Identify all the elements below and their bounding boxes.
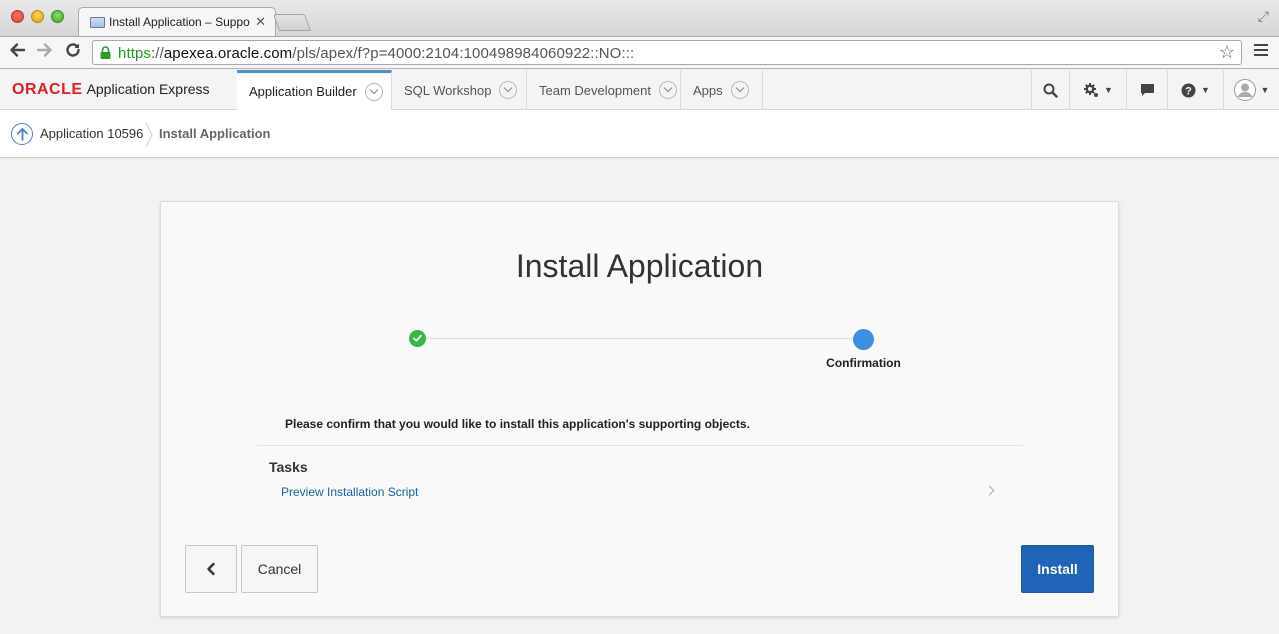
breadcrumb: Application 10596 Install Application [0,110,1279,158]
tab-label: Application Builder [249,84,357,99]
preview-installation-script-link[interactable]: Preview Installation Script [281,485,418,499]
install-wizard-region: Install Application Confirmation Please … [160,201,1119,617]
lock-icon [100,46,111,59]
tab-application-builder[interactable]: Application Builder [237,70,392,110]
apex-header: ORACLE Application Express Application Bu… [0,70,1279,110]
chevron-down-icon[interactable] [364,82,383,101]
close-tab-icon[interactable]: ✕ [255,14,266,30]
wizard-progress-line [417,338,864,339]
arrow-up-icon [17,128,28,141]
chevron-down-icon[interactable] [659,81,677,99]
browser-tab[interactable]: Install Application – Suppo ✕ [78,7,276,36]
url-text: https://apexea.oracle.com/pls/apex/f?p=4… [118,45,634,62]
forward-arrow-icon[interactable] [36,41,54,64]
caret-down-icon: ▼ [1201,85,1210,95]
user-icon [1233,79,1256,101]
help-menu-button[interactable]: ? ▼ [1167,70,1223,110]
chat-icon [1140,84,1154,96]
bookmark-star-icon[interactable]: ☆ [1219,42,1235,63]
tab-label: Apps [693,82,723,98]
breadcrumb-separator-icon [145,122,153,148]
chevron-right-icon[interactable] [984,485,995,496]
search-button[interactable] [1031,70,1069,110]
url-host: apexea.oracle.com [163,45,293,62]
close-window-button[interactable] [11,10,24,23]
breadcrumb-current: Install Application [159,126,271,141]
new-tab-button[interactable] [272,14,312,31]
oracle-brand: ORACLE [12,81,83,98]
svg-text:?: ? [1185,85,1192,97]
back-arrow-icon[interactable] [8,41,26,64]
browser-toolbar: https://apexea.oracle.com/pls/apex/f?p=4… [0,36,1279,69]
confirmation-message: Please confirm that you would like to in… [285,417,750,431]
url-scheme: https [118,45,152,62]
administration-menu-button[interactable]: ▼ [1069,70,1126,110]
tab-label: Team Development [539,82,651,98]
gear-icon [1084,83,1099,97]
browser-menu-icon[interactable] [1254,44,1268,59]
previous-button[interactable] [185,545,237,593]
tasks-heading: Tasks [269,459,308,475]
page-favicon-icon [90,17,105,28]
check-icon [413,334,422,342]
address-bar[interactable]: https://apexea.oracle.com/pls/apex/f?p=4… [92,40,1242,65]
zoom-window-button[interactable] [51,10,64,23]
parent-up-button[interactable] [11,123,33,145]
user-menu-button[interactable]: ▼ [1223,70,1279,110]
help-icon: ? [1181,83,1196,97]
step-complete-icon [409,330,426,347]
search-icon [1043,83,1058,98]
oracle-apex-logo[interactable]: ORACLE Application Express [12,81,210,99]
tab-team-development[interactable]: Team Development [527,70,681,110]
url-path: /pls/apex/f?p=4000:2104:100498984060922:… [292,45,635,62]
step-current-marker [853,329,874,350]
product-name: Application Express [86,81,210,97]
browser-tabstrip: Install Application – Suppo ✕ ⤢ [0,0,1279,36]
reload-icon[interactable] [64,41,82,65]
tab-sql-workshop[interactable]: SQL Workshop [392,70,527,110]
caret-down-icon: ▼ [1104,85,1113,95]
tab-apps[interactable]: Apps [681,70,763,110]
fullscreen-icon[interactable]: ⤢ [1258,8,1269,25]
chevron-down-icon[interactable] [499,81,518,99]
feedback-button[interactable] [1126,70,1167,110]
minimize-window-button[interactable] [31,10,44,23]
page-title: Install Application [515,248,764,284]
url-separator: :// [151,45,164,62]
breadcrumb-parent-link[interactable]: Application 10596 [40,126,143,141]
caret-down-icon: ▼ [1260,85,1270,95]
browser-tab-title: Install Application – Suppo [109,15,250,29]
step-label-confirmation: Confirmation [826,356,901,370]
cancel-button[interactable]: Cancel [241,545,318,593]
chevron-left-icon [207,562,215,576]
tab-label: SQL Workshop [404,82,492,98]
install-button[interactable]: Install [1021,545,1094,593]
chevron-down-icon[interactable] [730,81,749,99]
divider [257,445,1023,446]
